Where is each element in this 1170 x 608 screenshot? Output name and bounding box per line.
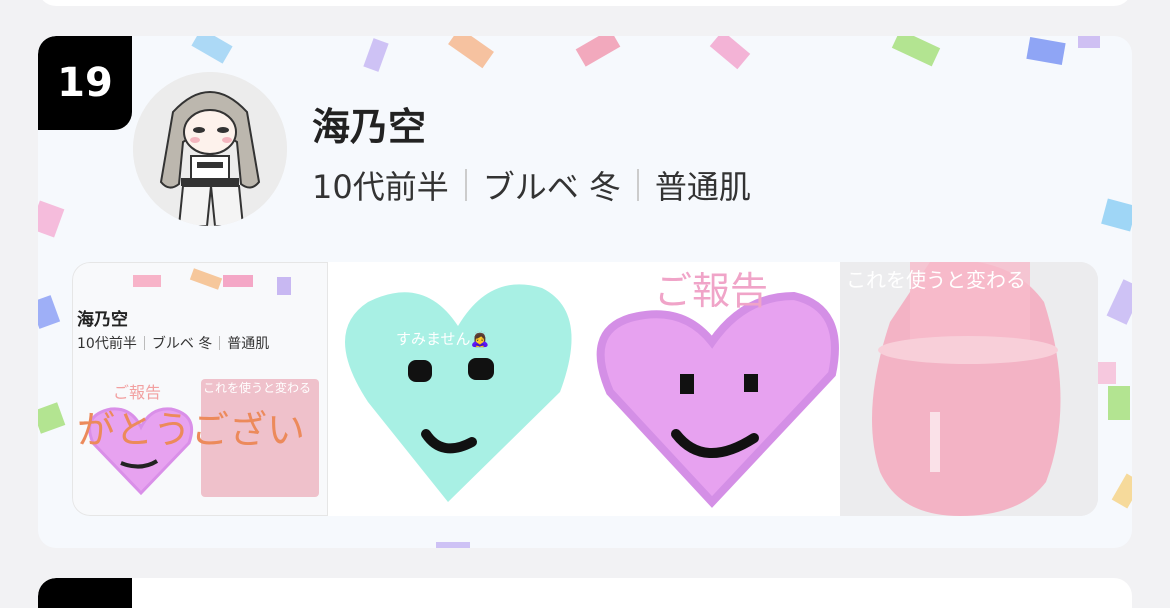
mini-caption-thanks: がとうござい: [77, 408, 306, 452]
age-attribute: 10代前半: [312, 168, 449, 206]
caption-product: これを使うと変わる: [846, 268, 1026, 292]
previous-card[interactable]: [38, 0, 1132, 6]
rank-badge: 19: [38, 36, 132, 130]
personal-color-attribute: ブルベ 冬: [482, 168, 621, 206]
mini-skin-type: 普通肌: [227, 336, 270, 352]
thumbnail-cyan-heart[interactable]: すみません🙇‍♀️: [328, 262, 584, 516]
thumbnail-profile-preview[interactable]: 海乃空 10代前半 ブルベ 冬 普通肌 ご報告 これを使うと変わる がとうござい: [72, 262, 328, 516]
thumbnail-pink-heart[interactable]: ご報告: [584, 262, 840, 516]
mini-caption-product: これを使うと変わる: [203, 381, 312, 395]
next-card[interactable]: [38, 578, 1132, 608]
ranking-card[interactable]: 19 海乃空 10代前半 ブルベ 冬 普通肌 海乃空 10代前半 ブルベ 冬 普…: [38, 36, 1132, 548]
mini-user-name: 海乃空: [77, 310, 128, 330]
caption-report: ご報告: [654, 269, 769, 313]
user-attributes: 10代前半 ブルベ 冬 普通肌: [312, 162, 751, 208]
next-rank-badge: [38, 578, 132, 608]
cyan-heart-icon: [345, 284, 572, 502]
user-name[interactable]: 海乃空: [312, 96, 426, 151]
thumbnail-product-photo[interactable]: これを使うと変わる: [840, 262, 1098, 516]
mini-age: 10代前半: [77, 336, 137, 352]
post-thumbnails: 海乃空 10代前半 ブルベ 冬 普通肌 ご報告 これを使うと変わる がとうござい: [72, 262, 1098, 516]
divider: [464, 169, 467, 201]
mini-user-attributes: 10代前半 ブルベ 冬 普通肌: [77, 333, 269, 353]
product-bottle-image: [840, 262, 1098, 516]
avatar[interactable]: [133, 72, 287, 226]
caption-apology: すみません🙇‍♀️: [396, 330, 490, 348]
skin-type-attribute: 普通肌: [654, 168, 751, 206]
mini-personal-color: ブルベ 冬: [151, 336, 213, 352]
divider: [636, 169, 639, 201]
